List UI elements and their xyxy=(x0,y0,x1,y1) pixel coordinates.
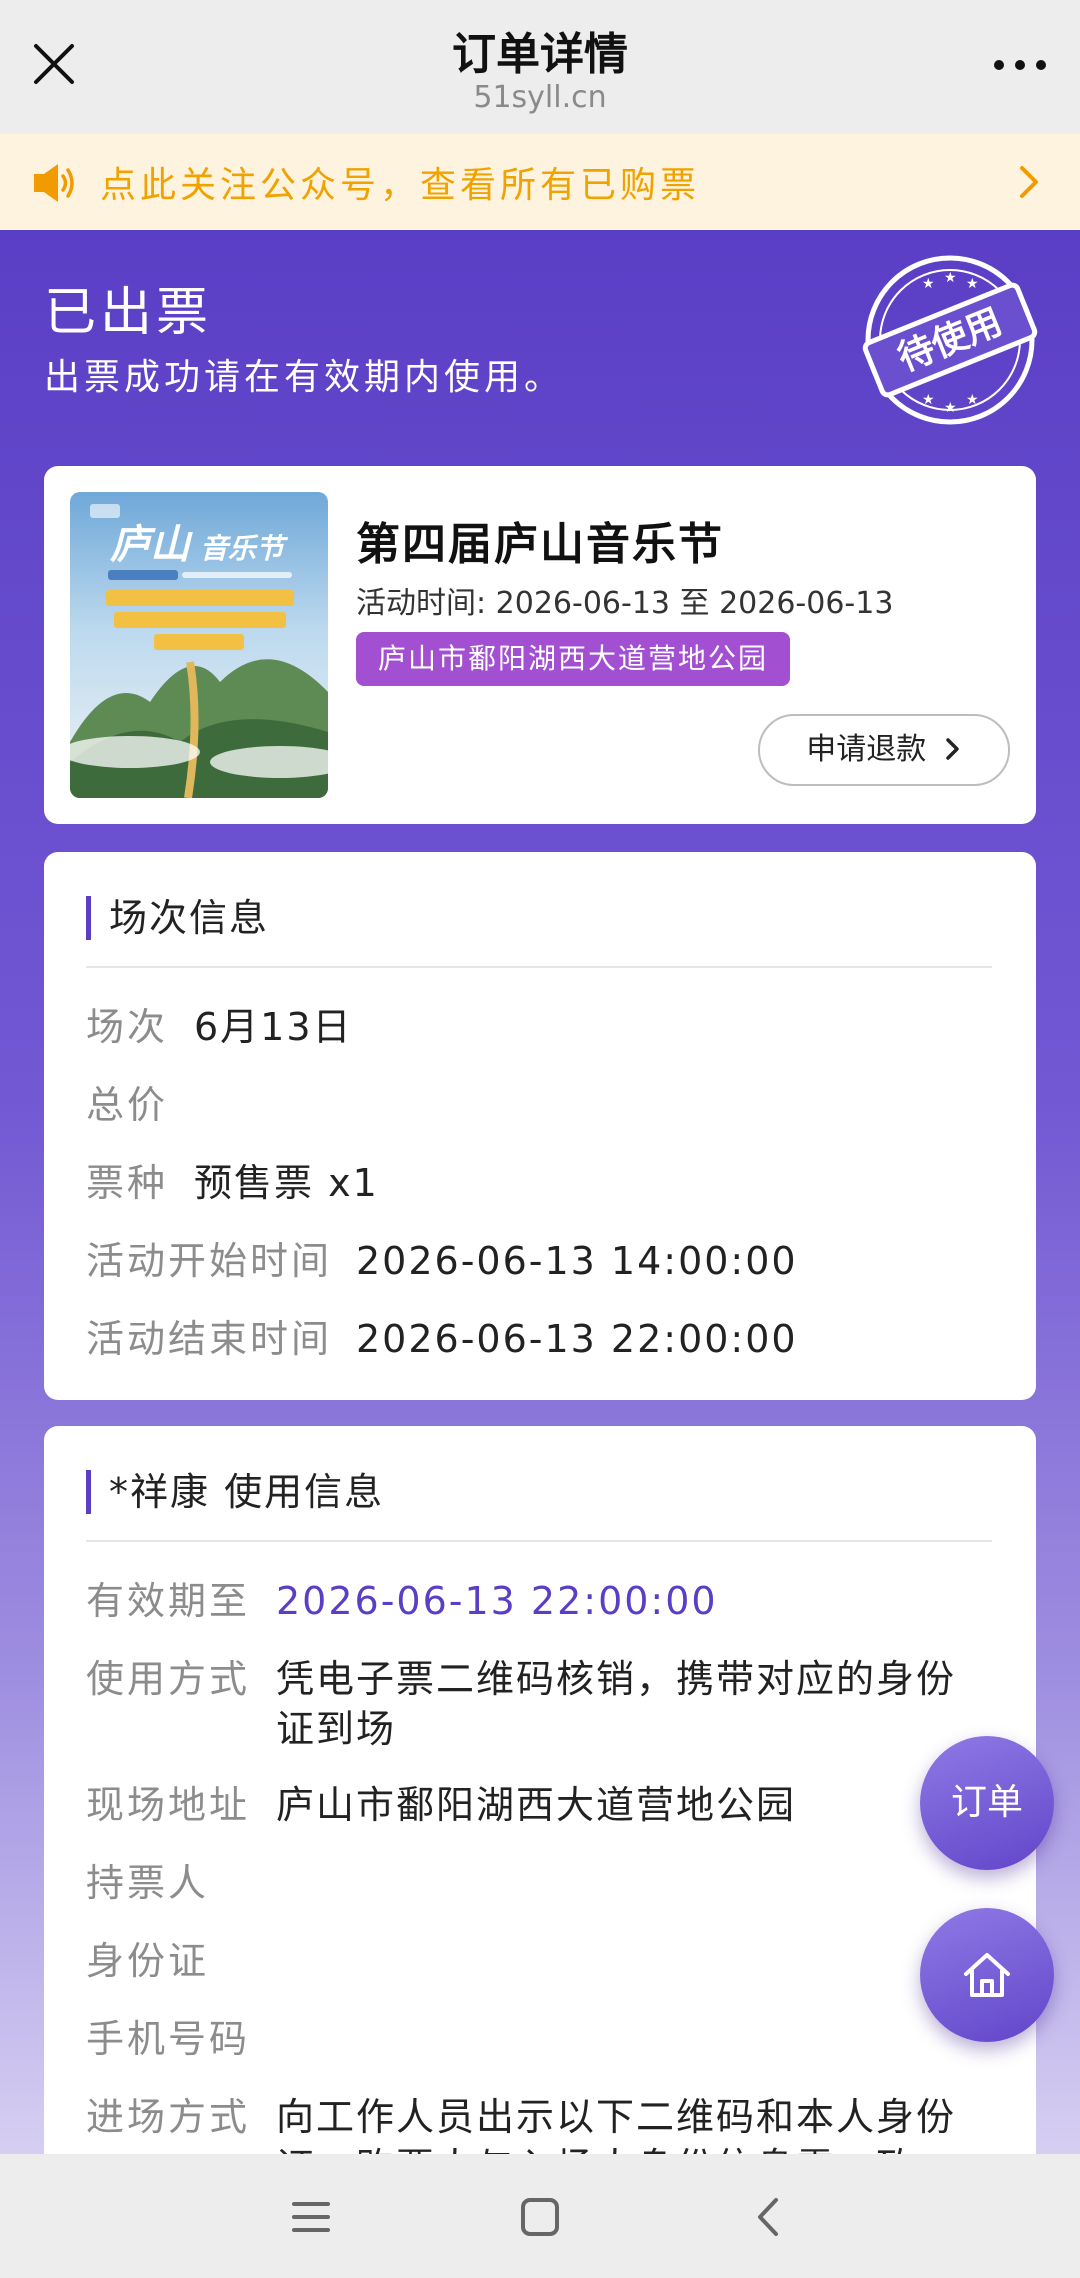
info-label: 手机号码 xyxy=(86,2017,251,2061)
svg-text:庐山: 庐山 xyxy=(110,521,193,568)
info-row: 活动结束时间 2026-06-13 22:00:00 xyxy=(86,1314,992,1364)
info-row: 场次 6月13日 xyxy=(86,1002,992,1052)
event-time-value: 2026-06-13 至 2026-06-13 xyxy=(495,586,894,621)
follow-notice-bar[interactable]: 点此关注公众号，查看所有已购票 xyxy=(0,134,1080,230)
info-value: 庐山市鄱阳湖西大道营地公园 xyxy=(276,1783,797,1827)
refund-button-label: 申请退款 xyxy=(806,732,927,767)
info-label: 使用方式 xyxy=(86,1657,251,1701)
info-label: 活动开始时间 xyxy=(86,1239,333,1283)
info-label: 活动结束时间 xyxy=(86,1317,333,1361)
more-menu-icon[interactable] xyxy=(990,50,1050,80)
info-label: 现场地址 xyxy=(86,1783,251,1827)
info-value: 预售票 x1 xyxy=(194,1161,379,1205)
info-value: 6月13日 xyxy=(194,1005,353,1049)
ticket-status-title: 已出票 xyxy=(44,283,213,343)
info-row: 有效期至 2026-06-13 22:00:00 xyxy=(86,1576,992,1626)
divider xyxy=(86,1540,992,1542)
event-name: 第四届庐山音乐节 xyxy=(356,519,724,570)
info-row: 持票人 xyxy=(86,1858,992,1908)
svg-text:★: ★ xyxy=(944,270,957,286)
info-row: 票种 预售票 x1 xyxy=(86,1158,992,1208)
usage-info-card: *祥康 使用信息 有效期至 2026-06-13 22:00:00 使用方式 凭… xyxy=(44,1426,1036,2154)
event-time-label: 活动时间: xyxy=(356,586,496,621)
info-row: 进场方式 向工作人员出示以下二维码和本人身份证，购票人与入场人身份信息需一致 xyxy=(86,2092,992,2154)
speaker-icon xyxy=(34,164,74,202)
info-row: 身份证 xyxy=(86,1936,992,1986)
info-label: 场次 xyxy=(86,1005,169,1049)
chevron-right-icon xyxy=(946,738,959,760)
follow-notice-text: 点此关注公众号，查看所有已购票 xyxy=(100,165,701,206)
event-card: 庐山 音乐节 第四届庐山音乐节 活动时间: 2026-06-13 至 2026-… xyxy=(44,466,1036,824)
info-label: 总价 xyxy=(86,1083,169,1127)
page-title: 订单详情 xyxy=(452,29,628,80)
svg-text:★: ★ xyxy=(944,400,957,416)
section-heading: *祥康 使用信息 xyxy=(86,1470,384,1514)
svg-text:★: ★ xyxy=(922,392,935,408)
svg-text:★: ★ xyxy=(966,276,979,292)
refund-button[interactable]: 申请退款 xyxy=(758,714,1010,786)
home-floating-button[interactable] xyxy=(920,1908,1054,2042)
info-row: 手机号码 xyxy=(86,2014,992,2064)
order-content: 已出票 出票成功请在有效期内使用。 ★ ★ ★ ★ ★ ★ 待使用 庐山 音乐节… xyxy=(0,230,1080,2154)
divider xyxy=(86,966,992,968)
event-venue-tag: 庐山市鄱阳湖西大道营地公园 xyxy=(356,632,791,686)
home-icon xyxy=(964,1953,1010,1997)
top-bar: 订单详情 51syll.cn xyxy=(0,0,1080,134)
info-label: 有效期至 xyxy=(86,1579,251,1623)
event-poster-image: 庐山 音乐节 xyxy=(70,492,328,798)
svg-text:音乐节: 音乐节 xyxy=(200,532,289,565)
orders-floating-button[interactable]: 订单 xyxy=(920,1736,1054,1870)
info-label: 身份证 xyxy=(86,1939,210,1983)
info-value: 凭电子票二维码核销，携带对应的身份证到场 xyxy=(276,1657,957,1751)
page-domain: 51syll.cn xyxy=(473,80,607,115)
pending-use-stamp: ★ ★ ★ ★ ★ ★ 待使用 xyxy=(862,255,1038,425)
info-label: 票种 xyxy=(86,1161,169,1205)
info-value: 2026-06-13 22:00:00 xyxy=(356,1317,798,1361)
info-label: 进场方式 xyxy=(86,2095,251,2139)
svg-text:★: ★ xyxy=(922,276,935,292)
home-square-icon[interactable] xyxy=(515,2192,565,2242)
menu-icon[interactable] xyxy=(286,2192,336,2242)
valid-until-value: 2026-06-13 22:00:00 xyxy=(276,1579,718,1623)
info-row: 使用方式 凭电子票二维码核销，携带对应的身份证到场 xyxy=(86,1654,992,1754)
info-value: 向工作人员出示以下二维码和本人身份证，购票人与入场人身份信息需一致 xyxy=(276,2095,957,2154)
info-value: 2026-06-13 14:00:00 xyxy=(356,1239,798,1283)
event-time: 活动时间: 2026-06-13 至 2026-06-13 xyxy=(356,578,893,622)
system-navigation-bar xyxy=(0,2154,1080,2278)
svg-text:★: ★ xyxy=(966,392,979,408)
info-row: 总价 xyxy=(86,1080,992,1130)
section-heading: 场次信息 xyxy=(86,896,269,940)
ticket-status-subtitle: 出票成功请在有效期内使用。 xyxy=(44,357,565,398)
session-info-card: 场次信息 场次 6月13日 总价 票种 预售票 x1 活动开始时间 2026-0… xyxy=(44,852,1036,1400)
info-label: 持票人 xyxy=(86,1861,210,1905)
chevron-right-icon xyxy=(1020,166,1038,198)
info-row: 活动开始时间 2026-06-13 14:00:00 xyxy=(86,1236,992,1286)
back-icon[interactable] xyxy=(744,2192,794,2242)
info-row: 现场地址 庐山市鄱阳湖西大道营地公园 xyxy=(86,1780,992,1830)
